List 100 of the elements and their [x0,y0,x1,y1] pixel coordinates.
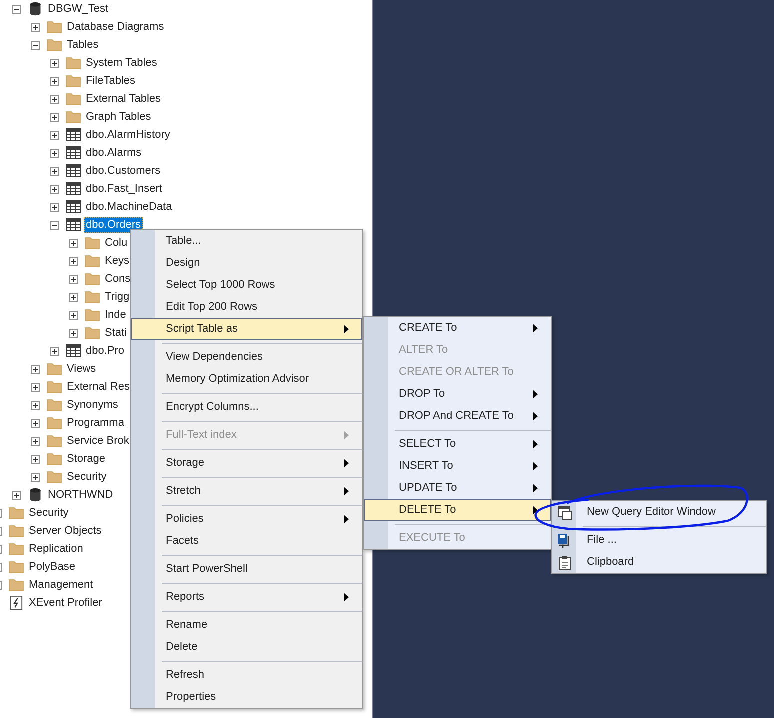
menu-item[interactable]: DROP To [364,383,551,405]
expand-icon[interactable] [50,112,59,122]
tree-node[interactable]: Security [65,469,109,485]
expand-icon[interactable] [50,202,59,212]
expand-icon[interactable] [31,454,40,464]
expand-icon[interactable] [50,184,59,194]
expand-icon[interactable] [31,22,40,32]
tree-node[interactable]: dbo.Pro [84,343,127,359]
folder-icon [85,326,100,340]
menu-item[interactable]: Encrypt Columns... [131,396,362,418]
folder-icon [66,110,81,124]
menu-item[interactable]: Table... [131,230,362,252]
menu-item[interactable]: CREATE To [364,317,551,339]
tree-node[interactable]: dbo.Alarms [84,145,144,161]
menu-item[interactable]: DELETE To [364,499,551,521]
submenu-arrow-icon [533,462,538,470]
tree-node[interactable]: Synonyms [65,397,120,413]
tree-node[interactable]: Keys [103,253,132,269]
expand-icon[interactable] [50,94,59,104]
folder-icon [47,470,62,484]
tree-node[interactable]: Views [65,361,98,377]
menu-item[interactable]: DROP And CREATE To [364,405,551,427]
menu-item[interactable]: INSERT To [364,455,551,477]
tree-node[interactable]: Replication [27,541,86,557]
table-icon [66,164,81,178]
tree-node[interactable]: dbo.Fast_Insert [84,181,164,197]
tree-node[interactable]: PolyBase [27,559,78,575]
tree-node[interactable]: DBGW_Test [46,1,111,17]
expand-icon[interactable] [31,436,40,446]
tree-node[interactable]: Inde [103,307,128,323]
tree-node[interactable]: System Tables [84,55,160,71]
tree-node[interactable]: Stati [103,325,130,341]
tree-node[interactable]: Security [27,505,71,521]
expand-icon[interactable] [31,364,40,374]
tree-node[interactable]: NORTHWND [46,487,116,503]
expand-icon[interactable] [31,382,40,392]
table-icon [66,344,81,358]
expand-icon[interactable] [31,400,40,410]
tree-node[interactable]: Programma [65,415,126,431]
tree-node[interactable]: Server Objects [27,523,104,539]
database-icon [28,2,43,16]
tree-node[interactable]: Management [27,577,96,593]
tree-node[interactable]: dbo.AlarmHistory [84,127,172,143]
menu-item[interactable]: UPDATE To [364,477,551,499]
menu-item[interactable]: Delete [131,636,362,658]
tree-node[interactable]: dbo.MachineData [84,199,174,215]
menu-item[interactable]: File ... [552,529,766,551]
menu-item[interactable]: New Query Editor Window [552,501,766,523]
menu-item[interactable]: SELECT To [364,433,551,455]
collapse-icon[interactable] [12,4,21,14]
menu-item[interactable]: Stretch [131,480,362,502]
tree-node[interactable]: Tables [65,37,101,53]
expand-icon[interactable] [12,490,21,500]
expand-icon[interactable] [31,418,40,428]
expand-icon[interactable] [50,130,59,140]
menu-item[interactable]: Reports [131,586,362,608]
expand-icon[interactable] [69,292,78,302]
menu-item[interactable]: View Dependencies [131,346,362,368]
tree-node[interactable]: Storage [65,451,108,467]
expand-icon[interactable] [50,58,59,68]
expand-icon[interactable] [69,328,78,338]
menu-item[interactable]: Clipboard [552,551,766,573]
tree-node[interactable]: Colu [103,235,130,251]
expand-icon[interactable] [50,148,59,158]
expand-icon[interactable] [50,166,59,176]
tree-node[interactable]: dbo.Orders [84,217,144,233]
tree-node[interactable]: Trigg [103,289,132,305]
folder-icon [47,362,62,376]
expand-icon[interactable] [50,76,59,86]
menu-item[interactable]: Policies [131,508,362,530]
expand-icon[interactable] [69,274,78,284]
collapse-icon[interactable] [31,40,40,50]
tree-node[interactable]: Database Diagrams [65,19,166,35]
submenu-arrow-icon [344,592,349,602]
folder-icon [9,560,24,574]
expand-icon[interactable] [31,472,40,482]
expand-icon[interactable] [69,256,78,266]
menu-item[interactable]: Script Table as [131,318,362,340]
menu-item[interactable]: Facets [131,530,362,552]
tree-node[interactable]: Service Brok [65,433,132,449]
menu-item[interactable]: Memory Optimization Advisor [131,368,362,390]
menu-item[interactable]: Start PowerShell [131,558,362,580]
menu-item[interactable]: Storage [131,452,362,474]
tree-node[interactable]: External Res [65,379,132,395]
menu-item[interactable]: Refresh [131,664,362,686]
collapse-icon[interactable] [50,220,59,230]
menu-item[interactable]: Select Top 1000 Rows [131,274,362,296]
menu-item[interactable]: Edit Top 200 Rows [131,296,362,318]
menu-item[interactable]: Design [131,252,362,274]
tree-node[interactable]: External Tables [84,91,164,107]
expand-icon[interactable] [69,238,78,248]
tree-node[interactable]: Cons [103,271,133,287]
tree-node[interactable]: XEvent Profiler [27,595,104,611]
tree-node[interactable]: Graph Tables [84,109,154,125]
menu-item[interactable]: Properties [131,686,362,708]
expand-icon[interactable] [50,346,59,356]
expand-icon[interactable] [69,310,78,320]
tree-node[interactable]: dbo.Customers [84,163,163,179]
menu-item[interactable]: Rename [131,614,362,636]
tree-node[interactable]: FileTables [84,73,138,89]
